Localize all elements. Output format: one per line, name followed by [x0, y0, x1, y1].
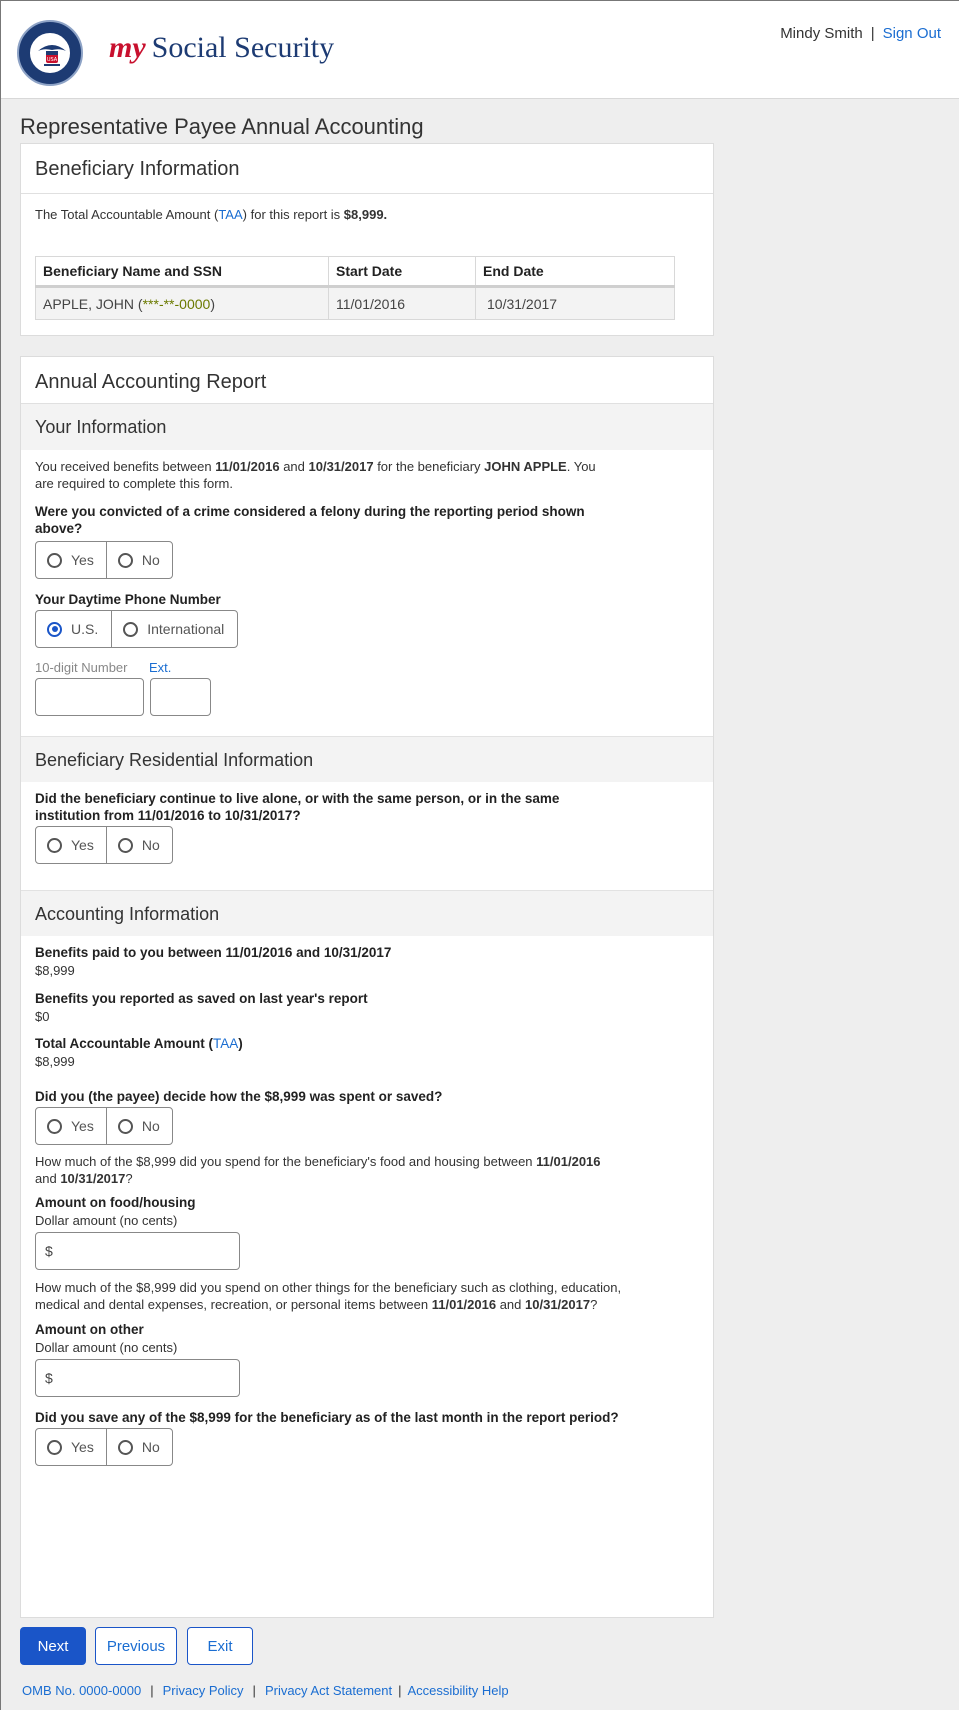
residential-yes-option[interactable]: Yes — [36, 827, 106, 863]
phone-ext-input[interactable] — [150, 678, 211, 716]
brand-my: my — [109, 31, 146, 64]
phone-type-radio-group: U.S. International — [35, 610, 239, 648]
felony-no-option[interactable]: No — [105, 542, 172, 578]
dollar-prefix: $ — [45, 1370, 53, 1386]
page-footer: OMB No. 0000-0000 | Privacy Policy | Privacy… — [22, 1683, 509, 1698]
taa-label: Total Accountable Amount (TAA) — [35, 1036, 243, 1051]
user-bar: Mindy Smith | Sign Out — [780, 25, 941, 42]
user-name: Mindy Smith — [780, 25, 863, 42]
table-row: APPLE, JOHN (***-**-0000) 11/01/2016 10/… — [35, 286, 675, 320]
felony-question: Were you convicted of a crime considered… — [35, 504, 585, 536]
beneficiary-table: Beneficiary Name and SSN Start Date End … — [35, 256, 675, 320]
taa-value: $8,999 — [35, 1054, 75, 1069]
your-info-intro: You received benefits between 11/01/2016… — [35, 459, 596, 491]
omb-link[interactable]: OMB No. 0000-0000 — [22, 1683, 141, 1698]
beneficiary-name-cell: APPLE, JOHN (***-**-0000) — [35, 286, 329, 320]
ext-link[interactable]: Ext. — [149, 659, 171, 676]
table-header: End Date — [475, 256, 675, 288]
radio-icon — [117, 1439, 133, 1455]
beneficiary-info-title: Beneficiary Information — [21, 144, 713, 194]
decide-yes-option[interactable]: Yes — [36, 1108, 106, 1144]
site-brand[interactable]: my Social Security — [109, 31, 334, 65]
save-radio-group: Yes No — [35, 1428, 173, 1466]
radio-icon — [123, 621, 139, 637]
food-amount-input[interactable]: $ — [35, 1232, 240, 1270]
annual-accounting-title: Annual Accounting Report — [21, 357, 713, 404]
ssn-masked: ***-**-0000 — [142, 295, 211, 312]
page-title: Representative Payee Annual Accounting — [20, 114, 424, 139]
user-bar-separator: | — [870, 25, 875, 42]
window-frame-left — [0, 0, 1, 1710]
table-header: Beneficiary Name and SSN — [35, 256, 329, 288]
save-no-option[interactable]: No — [105, 1429, 172, 1465]
felony-radio-group: Yes No — [35, 541, 173, 579]
residential-no-option[interactable]: No — [105, 827, 172, 863]
felony-yes-option[interactable]: Yes — [36, 542, 106, 578]
ssa-seal-logo: USA — [17, 20, 83, 86]
food-question: How much of the $8,999 did you spend for… — [35, 1154, 601, 1186]
start-date-cell: 11/01/2016 — [328, 286, 476, 320]
annual-accounting-panel: Annual Accounting Report Your Informatio… — [20, 356, 714, 1618]
accessibility-help-link[interactable]: Accessibility Help — [408, 1683, 509, 1698]
other-amount-input[interactable]: $ — [35, 1359, 240, 1397]
decide-radio-group: Yes No — [35, 1107, 173, 1145]
radio-icon — [47, 1439, 62, 1455]
table-header: Start Date — [328, 256, 476, 288]
previous-button[interactable]: Previous — [95, 1627, 177, 1665]
taa-link[interactable]: TAA — [218, 207, 242, 222]
other-amount-label: Amount on other — [35, 1322, 144, 1337]
save-yes-option[interactable]: Yes — [36, 1429, 106, 1465]
food-amount-label: Amount on food/housing — [35, 1195, 196, 1210]
dollar-prefix: $ — [45, 1243, 53, 1259]
taa-link[interactable]: TAA — [213, 1036, 238, 1051]
phone-number-label: 10-digit Number — [35, 660, 128, 675]
radio-icon — [47, 1118, 62, 1134]
radio-selected-icon — [47, 621, 62, 637]
save-question: Did you save any of the $8,999 for the b… — [35, 1410, 619, 1425]
radio-icon — [117, 1118, 133, 1134]
residential-heading: Beneficiary Residential Information — [21, 736, 713, 782]
privacy-policy-link[interactable]: Privacy Policy — [163, 1683, 244, 1698]
food-amount-sublabel: Dollar amount (no cents) — [35, 1213, 178, 1228]
beneficiary-info-panel: Beneficiary Information The Total Accoun… — [20, 143, 714, 336]
residential-radio-group: Yes No — [35, 826, 173, 864]
decide-no-option[interactable]: No — [105, 1108, 172, 1144]
radio-icon — [47, 837, 62, 853]
benefits-paid-value: $8,999 — [35, 963, 75, 978]
privacy-act-link[interactable]: Privacy Act Statement — [265, 1683, 392, 1698]
accounting-heading: Accounting Information — [21, 890, 713, 936]
radio-icon — [117, 837, 133, 853]
radio-icon — [117, 552, 133, 568]
other-amount-sublabel: Dollar amount (no cents) — [35, 1340, 178, 1355]
other-question: How much of the $8,999 did you spend on … — [35, 1280, 622, 1312]
phone-number-input[interactable] — [35, 678, 144, 716]
taa-statement: The Total Accountable Amount (TAA) for t… — [35, 207, 388, 222]
svg-text:USA: USA — [47, 57, 58, 63]
exit-button[interactable]: Exit — [187, 1627, 253, 1665]
phone-us-option[interactable]: U.S. — [36, 611, 111, 647]
end-date-cell: 10/31/2017 — [475, 286, 675, 320]
taa-amount: $8,999. — [343, 207, 388, 222]
decide-question: Did you (the payee) decide how the $8,99… — [35, 1089, 443, 1104]
benefits-paid-label: Benefits paid to you between 11/01/2016 … — [35, 945, 392, 960]
saved-value: $0 — [35, 1009, 50, 1024]
site-header: USA my Social Security Mindy Smith | Sign O… — [1, 1, 959, 99]
radio-icon — [47, 552, 62, 568]
sign-out-link[interactable]: Sign Out — [883, 25, 941, 42]
next-button[interactable]: Next — [20, 1627, 86, 1665]
brand-name: Social Security — [151, 31, 335, 64]
phone-label: Your Daytime Phone Number — [35, 592, 221, 607]
your-information-heading: Your Information — [21, 404, 713, 450]
eagle-icon: USA — [38, 45, 66, 66]
residential-question: Did the beneficiary continue to live alo… — [35, 791, 560, 823]
saved-label: Benefits you reported as saved on last y… — [35, 991, 368, 1006]
phone-international-option[interactable]: International — [111, 611, 237, 647]
